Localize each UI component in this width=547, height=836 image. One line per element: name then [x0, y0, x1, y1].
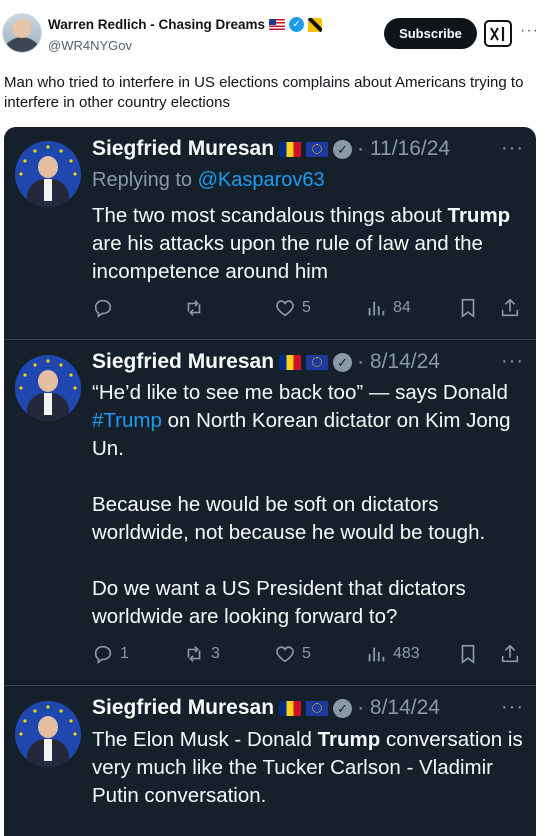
hashtag-link[interactable]: #Trump: [92, 409, 162, 432]
verified-badge-icon: ✓: [333, 698, 353, 718]
author-avatar[interactable]: [2, 13, 42, 53]
view-count: 483: [393, 645, 420, 662]
more-options-icon[interactable]: ···: [520, 22, 539, 40]
subscribe-button[interactable]: Subscribe: [384, 18, 477, 49]
share-button[interactable]: [499, 297, 521, 319]
bookmark-button[interactable]: [457, 297, 479, 319]
tweet-avatar[interactable]: [15, 701, 81, 767]
eu-flag-icon: [306, 700, 329, 716]
like-button[interactable]: 5: [274, 297, 311, 319]
tweet-paragraph: Because he would be soft on dictators wo…: [92, 493, 486, 544]
tweet-text: The Elon Musk - Donald: [92, 728, 318, 751]
reply-icon: [94, 299, 112, 318]
reply-button[interactable]: 1: [92, 643, 129, 665]
post-text: Man who tried to interfere in US electio…: [4, 74, 524, 111]
replying-to-label: Replying to: [92, 169, 198, 191]
tweet-actions: 1 3 5 483: [4, 643, 536, 667]
tweet-author-name[interactable]: Siegfried Muresan: [92, 350, 274, 374]
bookmark-icon: [461, 298, 475, 318]
tweet-header: Siegfried Muresan ✓ · 11/16/24: [92, 137, 450, 161]
like-count: 5: [302, 645, 311, 662]
tweet-body: “He’d like to see me back too” — says Do…: [92, 379, 528, 631]
eu-flag-icon: [306, 354, 329, 370]
repost-button[interactable]: [183, 297, 211, 319]
tweet-body: The Elon Musk - Donald Trump conversatio…: [92, 726, 528, 810]
romania-flag-icon: [279, 141, 302, 157]
more-options-icon[interactable]: ···: [501, 696, 524, 719]
tweet-2[interactable]: Siegfried Muresan ✓ · 8/14/24 ··· “He’d …: [4, 340, 536, 685]
views-button[interactable]: 483: [365, 643, 420, 665]
like-count: 5: [302, 299, 311, 316]
tweet-text: “He’d like to see me back too” — says Do…: [92, 381, 508, 404]
author-name-row: Warren Redlich - Chasing Dreams ✓: [48, 17, 323, 32]
romania-flag-icon: [279, 700, 302, 716]
us-flag-icon: [269, 19, 286, 30]
tweet-body: The two most scandalous things about Tru…: [92, 202, 528, 286]
repost-icon: [187, 646, 201, 662]
like-button[interactable]: 5: [274, 643, 311, 665]
eu-flag-icon: [306, 141, 329, 157]
replying-to: Replying to @Kasparov63: [92, 169, 325, 192]
author-name[interactable]: Warren Redlich - Chasing Dreams: [48, 17, 265, 32]
tweet-highlight: Trump: [447, 204, 511, 227]
verified-badge-icon: ✓: [333, 352, 353, 372]
more-options-icon[interactable]: ···: [501, 350, 524, 373]
tweet-3[interactable]: Siegfried Muresan ✓ · 8/14/24 ··· The El…: [4, 686, 536, 836]
repost-icon: [187, 300, 201, 316]
tweet-avatar[interactable]: [15, 141, 81, 207]
tweet-date[interactable]: · 8/14/24: [357, 350, 440, 374]
reply-button[interactable]: [92, 297, 120, 319]
share-icon: [501, 644, 519, 663]
views-icon: [368, 647, 385, 662]
repost-count: 3: [211, 645, 220, 662]
view-count: 84: [393, 299, 411, 316]
tweet-avatar[interactable]: [15, 355, 81, 421]
repost-button[interactable]: 3: [183, 643, 220, 665]
tweet-actions: 5 84: [4, 297, 536, 321]
tweet-author-name[interactable]: Siegfried Muresan: [92, 137, 274, 161]
heart-icon: [276, 300, 294, 317]
share-icon: [501, 298, 519, 317]
embedded-screenshot[interactable]: Siegfried Muresan ✓ · 11/16/24 ··· Reply…: [4, 127, 536, 836]
romania-flag-icon: [279, 354, 302, 370]
tweet-date[interactable]: · 8/14/24: [357, 696, 440, 720]
tweet-paragraph: “He’d like to see me back too” — says Do…: [92, 379, 528, 463]
tweet-1[interactable]: Siegfried Muresan ✓ · 11/16/24 ··· Reply…: [4, 127, 536, 339]
bookmark-button[interactable]: [457, 643, 479, 665]
tweet-text: are his attacks upon the rule of law and…: [92, 232, 483, 283]
tweet-date[interactable]: · 11/16/24: [357, 137, 450, 161]
share-button[interactable]: [499, 643, 521, 665]
tweet-header: Siegfried Muresan ✓ · 8/14/24: [92, 350, 440, 374]
author-handle[interactable]: @WR4NYGov: [48, 38, 132, 53]
views-icon: [368, 301, 385, 316]
reply-icon: [94, 645, 112, 664]
affiliate-badge-icon[interactable]: [308, 17, 323, 32]
post-header: Warren Redlich - Chasing Dreams ✓ @WR4NY…: [0, 0, 547, 70]
tweet-highlight: Trump: [317, 728, 381, 751]
bookmark-icon: [461, 644, 475, 664]
verified-badge-icon: ✓: [333, 139, 353, 159]
tweet-text: The two most scandalous things about: [92, 204, 448, 227]
views-button[interactable]: 84: [365, 297, 411, 319]
verified-badge-icon[interactable]: ✓: [289, 17, 305, 32]
heart-icon: [276, 646, 294, 663]
tweet-author-name[interactable]: Siegfried Muresan: [92, 696, 274, 720]
more-options-icon[interactable]: ···: [501, 137, 524, 160]
tweet-header: Siegfried Muresan ✓ · 8/14/24: [92, 696, 440, 720]
tweet-paragraph: Do we want a US President that dictators…: [92, 577, 466, 628]
grok-icon[interactable]: [484, 20, 512, 47]
reply-mention-link[interactable]: @Kasparov63: [198, 169, 325, 191]
reply-count: 1: [120, 645, 129, 662]
